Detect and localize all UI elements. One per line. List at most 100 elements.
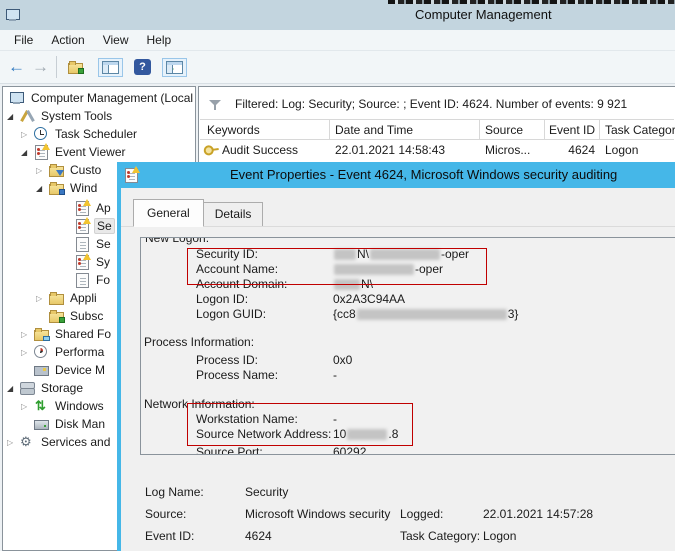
menu-view[interactable]: View [94, 30, 138, 51]
task-category-value: Logon [483, 529, 517, 543]
storage-icon [20, 381, 35, 395]
tree-item-event-viewer[interactable]: Event Viewer [4, 143, 194, 161]
logon-guid-value: {cc8 3} [333, 307, 519, 321]
menu-action[interactable]: Action [42, 30, 93, 51]
toolbar: ← → [0, 51, 675, 84]
window-titlebar: Computer Management [0, 0, 675, 30]
help-button[interactable] [130, 56, 155, 78]
logon-guid-label: Logon GUID: [196, 307, 267, 321]
expander-icon[interactable] [36, 166, 49, 175]
event-task-category: Logon [605, 143, 639, 157]
event-log-icon [75, 253, 91, 270]
column-header-task-category[interactable]: Task Category [605, 120, 675, 140]
tab-details[interactable]: Details [202, 202, 264, 227]
expander-icon[interactable] [7, 438, 20, 447]
expander-icon[interactable] [7, 112, 20, 121]
filter-banner: Filtered: Log: Security; Source: ; Event… [200, 88, 674, 119]
services-icon [20, 434, 35, 450]
expander-icon[interactable] [21, 130, 34, 139]
log-name-label: Log Name: [145, 485, 204, 499]
back-arrow-icon[interactable]: ← [8, 56, 25, 78]
column-header-date-time[interactable]: Date and Time [335, 120, 413, 140]
logged-value: 22.01.2021 14:57:28 [483, 507, 594, 521]
expander-icon[interactable] [21, 402, 34, 411]
show-console-tree-button[interactable] [98, 57, 123, 77]
expander-icon[interactable] [21, 348, 34, 357]
tree-item-task-scheduler[interactable]: Task Scheduler [4, 125, 194, 143]
event-log-icon [75, 217, 91, 234]
event-log-plain-icon [75, 237, 90, 252]
menu-file[interactable]: File [5, 30, 42, 51]
shared-folders-icon [34, 327, 50, 341]
event-log-icon [124, 166, 140, 183]
task-category-label: Task Category: [400, 529, 481, 543]
event-viewer-icon [34, 143, 50, 160]
expander-icon[interactable] [21, 148, 34, 157]
expander-icon[interactable] [7, 384, 20, 393]
tree-item-system-tools[interactable]: System Tools [4, 107, 194, 125]
tab-strip: General Details [133, 199, 264, 227]
logon-id-label: Logon ID: [196, 292, 249, 306]
expander-icon[interactable] [36, 184, 49, 193]
event-id-value: 4624 [245, 529, 272, 543]
dialog-titlebar: Event Properties - Event 4624, Microsoft… [117, 162, 675, 188]
filter-banner-text: Filtered: Log: Security; Source: ; Event… [235, 96, 628, 111]
filter-funnel-icon [208, 97, 223, 111]
source-value: Microsoft Windows security [245, 507, 391, 521]
log-name-value: Security [245, 485, 289, 499]
disk-management-icon [34, 417, 49, 431]
event-log-plain-icon [75, 273, 90, 288]
performance-icon [34, 345, 49, 359]
subscriptions-folder-icon [49, 309, 65, 323]
event-log-icon [75, 199, 91, 216]
event-properties-dialog: Event Properties - Event 4624, Microsoft… [117, 162, 675, 551]
process-id-value: 0x0 [333, 353, 353, 367]
menu-bar: File Action View Help [0, 30, 675, 51]
source-port-label: Source Port: [196, 445, 263, 455]
windows-backup-icon [34, 398, 49, 414]
event-row[interactable]: Audit Success 22.01.2021 14:58:43 Micros… [200, 141, 674, 159]
dialog-title: Event Properties - Event 4624, Microsoft… [230, 167, 618, 182]
source-label: Source: [145, 507, 187, 521]
task-scheduler-icon [34, 127, 49, 141]
expander-icon[interactable] [36, 294, 49, 303]
process-name-value: - [333, 368, 337, 382]
clipped-heading: New Logon: [145, 237, 210, 245]
tab-general[interactable]: General [133, 199, 204, 227]
menu-help[interactable]: Help [138, 30, 181, 51]
custom-views-folder-icon [49, 163, 64, 177]
applications-folder-icon [49, 291, 64, 305]
column-header-source[interactable]: Source [485, 120, 523, 140]
forward-arrow-icon[interactable]: → [32, 56, 49, 78]
events-table-header: Keywords Date and Time Source Event ID T… [200, 119, 675, 140]
show-action-pane-button[interactable] [162, 57, 187, 77]
computer-management-app-icon [6, 8, 21, 22]
windows-logs-folder-icon [49, 181, 65, 195]
redacted-blur [356, 309, 507, 321]
tree-item-computer-management[interactable]: Computer Management (Local [4, 89, 194, 107]
show-console-tree-icon [102, 60, 119, 74]
expander-icon[interactable] [21, 330, 34, 339]
event-keywords: Audit Success [222, 143, 299, 157]
logged-label: Logged: [400, 507, 444, 521]
process-information-heading: Process Information: [144, 335, 255, 349]
event-datetime: 22.01.2021 14:58:43 [335, 143, 446, 157]
computer-icon [10, 91, 25, 105]
event-id: 4624 [568, 143, 595, 157]
column-header-keywords[interactable]: Keywords [207, 120, 260, 140]
process-name-label: Process Name: [196, 368, 279, 382]
window-title: Computer Management [415, 7, 552, 22]
dialog-body: General Details New Logon: Security ID: … [121, 188, 675, 551]
toolbar-separator [56, 56, 57, 78]
export-list-button[interactable] [64, 57, 91, 77]
device-manager-icon [34, 363, 49, 377]
export-list-icon [68, 60, 84, 74]
event-id-label: Event ID: [145, 529, 195, 543]
column-header-event-id[interactable]: Event ID [540, 120, 595, 140]
process-id-label: Process ID: [196, 353, 259, 367]
background-window-title-sliver [388, 0, 675, 4]
annotation-box-account [187, 248, 487, 285]
show-action-pane-icon [166, 60, 183, 74]
annotation-box-network [187, 403, 413, 446]
system-tools-icon [20, 109, 35, 123]
